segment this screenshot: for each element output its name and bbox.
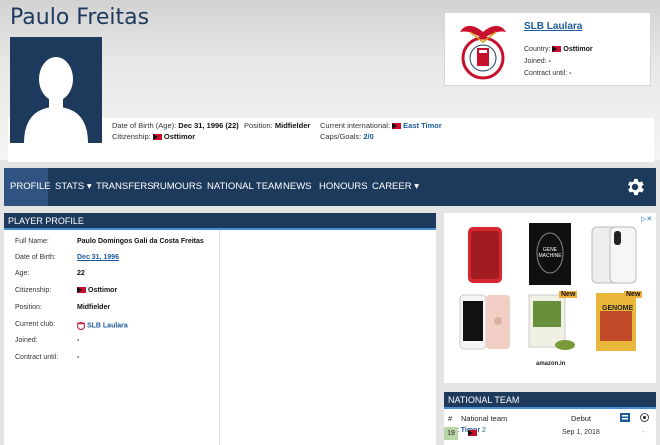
club-joined: Joined: -: [524, 58, 551, 65]
caps-label: Caps/Goals:: [320, 132, 362, 141]
nav-profile[interactable]: PROFILE: [4, 168, 51, 206]
dob-value: Dec 31, 1996 (22): [178, 121, 239, 130]
player-profile-panel: PLAYER PROFILE Full Name: Paulo Domingos…: [4, 213, 436, 445]
profile-label: Age:: [15, 270, 30, 277]
flag-icon: [392, 123, 402, 130]
profile-label: Position:: [15, 304, 42, 311]
ad-product-phone-red[interactable]: [456, 223, 514, 285]
col-num: #: [448, 414, 453, 423]
position-info: Position: Midfielder: [244, 121, 310, 130]
player-avatar: [10, 37, 102, 143]
profile-value: -: [77, 337, 80, 344]
national-team-header: # National team Debut: [444, 410, 656, 426]
nav-news[interactable]: NEWS: [283, 168, 312, 206]
ad-choices-icon[interactable]: ▷✕: [641, 215, 652, 223]
phone-red-image: [468, 227, 502, 283]
profile-value: -: [77, 354, 80, 361]
international-link[interactable]: East Timor: [403, 121, 442, 130]
profile-label: Date of Birth:: [15, 254, 56, 261]
book-title: GENE MACHINE: [538, 247, 562, 259]
nav-honours[interactable]: HONOURS: [319, 168, 368, 206]
citizenship-value: Osttimor: [163, 132, 196, 141]
amazon-logo[interactable]: amazon.in: [536, 361, 565, 367]
citizenship-text: Osttimor: [88, 287, 118, 294]
new-badge: New: [559, 291, 578, 298]
profile-label: Citizenship:: [15, 287, 52, 294]
profile-value: SLB Laulara: [76, 321, 128, 330]
national-team-row: 19 East Timor Sep 1, 2018 2 -: [444, 427, 656, 440]
new-badge: New: [624, 291, 643, 298]
nav-rumours[interactable]: RUMOURS: [153, 168, 202, 206]
nav-career[interactable]: CAREER ▾: [372, 168, 419, 206]
international-info: Current international: East Timor: [320, 121, 442, 130]
nav-stats[interactable]: STATS ▾: [55, 168, 92, 206]
flag-icon: [552, 46, 562, 53]
caps-count-link[interactable]: 2: [482, 427, 486, 434]
phone-gold-image: [459, 294, 510, 350]
international-label: Current international:: [320, 121, 391, 130]
profile-label: Joined:: [15, 337, 38, 344]
ad-product-book-plant[interactable]: New: [521, 291, 579, 353]
dob-info: Date of Birth (Age): Dec 31, 1996 (22): [112, 121, 239, 130]
advertisement[interactable]: ▷✕ GENE MACHINE New GENOME New amazon.in: [444, 213, 656, 383]
profile-value: Osttimor: [77, 287, 117, 294]
phone-white-image: [591, 226, 637, 284]
flag-icon: [77, 287, 86, 294]
current-club-link[interactable]: SLB Laulara: [87, 322, 128, 329]
ad-product-phone-white[interactable]: [586, 223, 644, 285]
gear-icon[interactable]: [624, 176, 646, 198]
col-debut: Debut: [571, 414, 592, 423]
avatar-silhouette-icon: [10, 37, 102, 143]
profile-divider: [219, 230, 220, 445]
main-nav: PROFILE STATS ▾ TRANSFERS RUMOURS NATION…: [4, 168, 656, 206]
profile-label: Full Name:: [15, 238, 49, 245]
debut-date: Sep 1, 2018: [562, 429, 600, 436]
book-plant-image: [528, 294, 575, 350]
club-name-link[interactable]: SLB Laulara: [524, 21, 582, 32]
club-country-value: Osttimor: [563, 46, 593, 53]
club-crest-small-icon: [76, 322, 86, 330]
caps-info: Caps/Goals: 2/0: [320, 132, 374, 141]
nav-national-team[interactable]: NATIONAL TEAM: [207, 168, 282, 206]
club-contract: Contract until: -: [524, 70, 571, 77]
citizenship-info: Citizenship: Osttimor: [112, 132, 195, 141]
dob-label: Date of Birth (Age):: [112, 121, 177, 130]
club-box: SLB Laulara Country: Osttimor Joined: - …: [444, 12, 651, 86]
book-title: GENOME: [602, 305, 634, 312]
club-country-label: Country:: [524, 46, 551, 53]
position-value: Midfielder: [274, 121, 311, 130]
goals-ball-icon: [640, 413, 649, 422]
profile-value: Midfielder: [77, 304, 111, 311]
dob-link[interactable]: Dec 31, 1996: [77, 254, 119, 261]
col-team: National team: [461, 414, 508, 423]
club-joined-label: Joined:: [524, 58, 547, 65]
profile-value: Paulo Domingos Gali da Costa Freitas: [77, 238, 204, 245]
nav-transfers[interactable]: TRANSFERS: [96, 168, 154, 206]
flag-icon: [468, 430, 477, 436]
club-crest-icon[interactable]: [452, 18, 514, 82]
book-genome-image: [596, 293, 636, 351]
club-country: Country: Osttimor: [524, 46, 593, 53]
ad-product-book-gene[interactable]: GENE MACHINE: [521, 223, 579, 285]
profile-label: Contract until:: [15, 354, 59, 361]
player-name: Paulo Freitas: [10, 5, 150, 30]
ad-product-phone-gold[interactable]: [456, 291, 514, 353]
ad-product-book-genome[interactable]: GENOME New: [586, 291, 644, 353]
player-profile-title: PLAYER PROFILE: [4, 213, 436, 230]
club-contract-label: Contract until:: [524, 70, 568, 77]
national-team-title: NATIONAL TEAM: [444, 392, 656, 409]
citizenship-label: Citizenship:: [112, 132, 151, 141]
position-label: Position:: [244, 121, 273, 130]
national-team-panel: NATIONAL TEAM # National team Debut 19 E…: [444, 392, 656, 445]
caps-icon: [620, 413, 630, 422]
profile-value: 22: [77, 270, 85, 277]
shirt-number: 19: [444, 427, 458, 440]
profile-label: Current club:: [15, 321, 56, 328]
goals-count: -: [642, 429, 645, 436]
flag-icon: [152, 134, 162, 141]
club-contract-value: -: [569, 70, 572, 77]
club-joined-value: -: [548, 58, 551, 65]
caps-link[interactable]: 2/0: [363, 132, 373, 141]
